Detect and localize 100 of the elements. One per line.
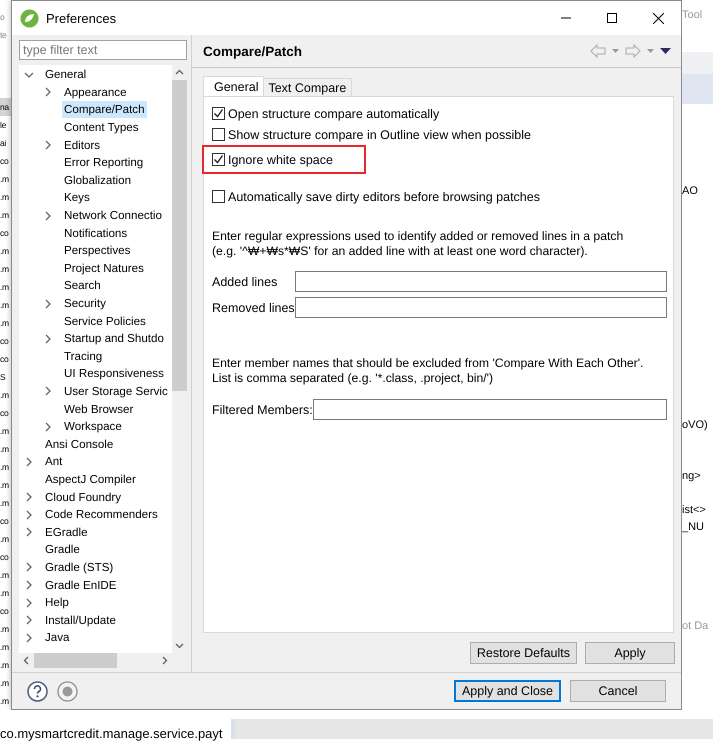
text-field[interactable] <box>313 399 667 420</box>
tree-item[interactable]: Code Recommenders <box>43 506 160 524</box>
checkbox-label[interactable]: Ignore white space <box>228 152 333 166</box>
tree-item[interactable]: Compare/Patch <box>62 101 147 118</box>
tree-item[interactable]: Help <box>43 594 71 612</box>
tree-item[interactable]: Ansi Console <box>43 436 116 453</box>
checkbox-label[interactable]: Open structure compare automatically <box>228 106 440 120</box>
background-text: .m <box>0 443 10 456</box>
chevron-right-icon[interactable] <box>24 615 34 626</box>
chevron-right-icon[interactable] <box>24 492 34 502</box>
background-text: le <box>0 119 8 132</box>
tree-item[interactable]: Startup and Shutdo <box>62 330 166 348</box>
background-text: co <box>0 155 10 168</box>
chevron-right-icon[interactable] <box>43 298 53 309</box>
chevron-right-icon[interactable] <box>43 334 53 344</box>
maximize-icon[interactable] <box>607 13 617 23</box>
tab[interactable]: Text Compare <box>263 78 352 96</box>
tree-item[interactable]: Project Natures <box>62 260 146 277</box>
background-text: te <box>0 29 8 42</box>
chevron-right-icon[interactable] <box>24 510 34 520</box>
tree-item[interactable]: Service Policies <box>62 312 148 330</box>
background-text: co <box>0 605 10 618</box>
checkbox[interactable] <box>212 107 225 120</box>
checkbox-label[interactable]: Automatically save dirty editors before browsing patches <box>228 190 540 204</box>
tree-item[interactable]: Keys <box>62 189 92 206</box>
background-text: oVO) <box>682 419 709 432</box>
record-icon[interactable] <box>57 680 78 702</box>
tree-item[interactable]: Java <box>43 629 72 646</box>
background-text: .m <box>0 695 10 708</box>
tree-item[interactable]: Cloud Foundry <box>43 488 124 506</box>
background-text: .m <box>0 569 10 582</box>
checkbox[interactable] <box>212 128 225 141</box>
field-label: Removed lines <box>212 300 295 314</box>
chevron-right-icon[interactable] <box>24 580 34 590</box>
help-text: Enter member names that should be excluded from 'Compare With Each Other'. <box>212 356 644 371</box>
tree-item[interactable]: Search <box>62 277 103 294</box>
background-text: o <box>0 11 6 24</box>
tree-item[interactable]: Editors <box>62 136 102 154</box>
chevron-right-icon[interactable] <box>24 562 34 572</box>
background-text: ai <box>0 137 8 150</box>
apply-button[interactable]: Apply <box>585 642 675 664</box>
tree-item[interactable]: Network Connectio <box>62 207 164 224</box>
tree-item[interactable]: Gradle <box>43 541 82 558</box>
background-text: ng> <box>682 470 702 483</box>
tree-item[interactable]: Content Types <box>62 119 141 136</box>
close-icon[interactable] <box>652 12 664 24</box>
tab[interactable]: General <box>203 76 264 96</box>
tree-item[interactable]: AspectJ Compiler <box>43 470 138 488</box>
chevron-right-icon[interactable] <box>43 210 53 221</box>
background-text: .m <box>0 533 10 546</box>
tree-item[interactable]: Notifications <box>62 224 130 242</box>
tree-item[interactable]: Globalization <box>62 172 134 189</box>
help-icon[interactable] <box>27 680 48 702</box>
background-text: .m <box>0 191 10 204</box>
background-text: co <box>0 227 10 240</box>
chevron-right-icon[interactable] <box>24 598 34 608</box>
checkbox[interactable] <box>212 153 225 166</box>
checkbox[interactable] <box>212 190 225 203</box>
background-text: co <box>0 515 10 528</box>
background-text: ot Da <box>682 620 710 633</box>
cancel-button[interactable]: Cancel <box>570 680 666 702</box>
background-text: _NU <box>682 521 706 534</box>
chevron-down-icon[interactable] <box>24 70 34 80</box>
tree-item[interactable]: Install/Update <box>43 612 118 629</box>
tree-item[interactable]: Ant <box>43 453 64 470</box>
background-text: .m <box>0 659 10 672</box>
tree-item[interactable]: Gradle EnIDE <box>43 576 119 594</box>
chevron-right-icon[interactable] <box>43 422 53 432</box>
tree-item[interactable]: Appearance <box>62 84 129 101</box>
background-text: .m <box>0 497 10 510</box>
text-field[interactable] <box>295 297 667 318</box>
filter-field[interactable]: type filter text <box>19 40 187 60</box>
background-text: co.mysmartcredit.manage.service.payt <box>0 725 224 741</box>
background-text: .m <box>0 425 10 438</box>
chevron-right-icon[interactable] <box>43 87 53 98</box>
checkbox-label[interactable]: Show structure compare in Outline view when possible <box>228 128 531 142</box>
tree-item[interactable]: User Storage Servic <box>62 382 170 400</box>
tree-item[interactable]: Error Reporting <box>62 154 146 172</box>
tree-item[interactable]: General <box>43 66 88 84</box>
chevron-right-icon[interactable] <box>24 527 34 538</box>
background-text: .m <box>0 623 10 636</box>
background-text: ist<> <box>682 504 707 517</box>
tree-item[interactable]: EGradle <box>43 524 90 541</box>
chevron-right-icon[interactable] <box>43 140 53 150</box>
apply-and-close-button[interactable]: Apply and Close <box>454 680 561 702</box>
background-text: .m <box>0 587 10 600</box>
chevron-right-icon[interactable] <box>24 632 34 643</box>
text-field[interactable] <box>295 271 667 292</box>
tree-item[interactable]: Workspace <box>62 418 124 436</box>
background-text: .m <box>0 281 10 294</box>
tree-item[interactable]: Perspectives <box>62 242 132 260</box>
tree-item[interactable]: Tracing <box>62 348 104 365</box>
chevron-right-icon[interactable] <box>24 456 34 467</box>
background-text: co <box>0 353 10 366</box>
tree-item[interactable]: Gradle (STS) <box>43 558 116 576</box>
restore-defaults-button[interactable]: Restore Defaults <box>470 642 577 664</box>
tree-item[interactable]: Security <box>62 295 108 312</box>
tree-item[interactable]: UI Responsiveness <box>62 365 166 382</box>
tree-item[interactable]: Web Browser <box>62 400 136 418</box>
chevron-right-icon[interactable] <box>43 386 53 396</box>
